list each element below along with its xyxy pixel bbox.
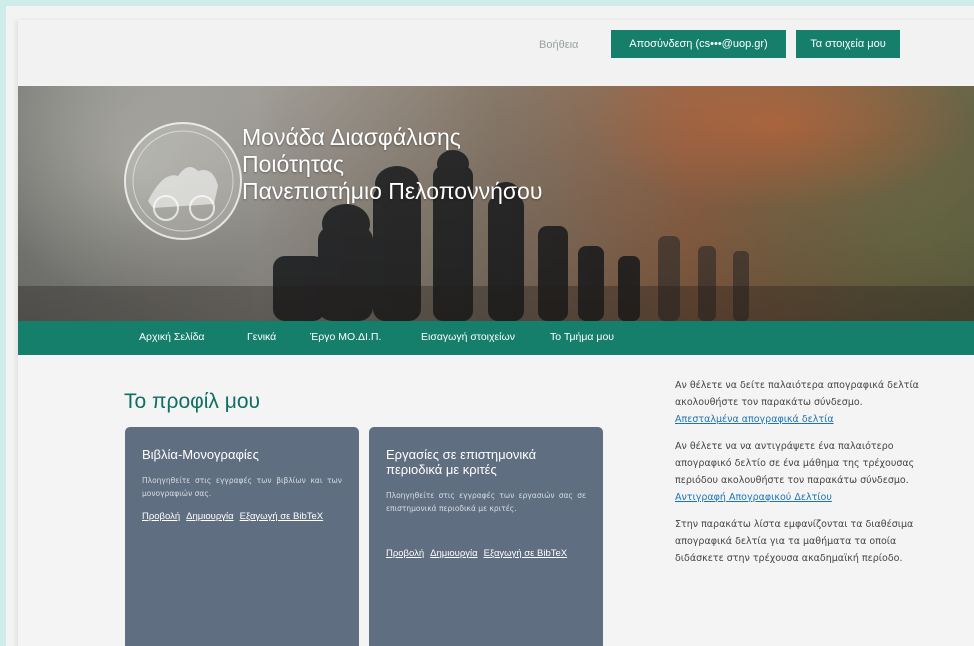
card-books-monographs: Βιβλία-Μονογραφίες Πλοηγηθείτε στις εγγρ… — [125, 427, 359, 646]
card-title: Βιβλία-Μονογραφίες — [142, 447, 259, 462]
main-nav: Αρχική Σελίδα Γενικά Έργο ΜΟ.ΔΙ.Π. Εισαγ… — [18, 321, 974, 355]
page-title: Το προφίλ μου — [124, 390, 261, 413]
sidebar-text-available-forms: Στην παρακάτω λίστα εμφανίζονται τα διαθ… — [675, 519, 914, 564]
university-seal-logo — [124, 122, 242, 240]
card-journal-papers: Εργασίες σε επιστημονικά περιοδικά με κρ… — [369, 427, 603, 646]
page: Βοήθεια Αποσύνδεση (cs•••@uop.gr) Τα στο… — [18, 20, 974, 646]
export-bibtex-link[interactable]: Εξαγωγή σε BibTeX — [240, 511, 324, 522]
nav-item-home[interactable]: Αρχική Σελίδα — [139, 331, 205, 343]
help-link[interactable]: Βοήθεια — [539, 39, 578, 51]
top-utility-bar: Βοήθεια Αποσύνδεση (cs•••@uop.gr) Τα στο… — [18, 20, 974, 84]
sidebar-text-old-forms: Αν θέλετε να δείτε παλαιότερα απογραφικά… — [675, 380, 919, 408]
create-link[interactable]: Δημιουργία — [430, 548, 477, 559]
card-description: Πλοηγηθείτε στις εγγραφές των εργασιών σ… — [386, 491, 586, 513]
card-description: Πλοηγηθείτε στις εγγραφές των βιβλίων κα… — [142, 476, 342, 498]
logout-button[interactable]: Αποσύνδεση (cs•••@uop.gr) — [611, 30, 786, 58]
hero-title-line-1: Μονάδα Διασφάλισης — [242, 124, 461, 150]
copy-form-link[interactable]: Αντιγραφή Απογραφικού Δελτίου — [675, 489, 945, 506]
sidebar-text-copy-form: Αν θέλετε να να αντιγράψετε ένα παλαιότε… — [675, 441, 915, 486]
hero-title-line-3: Πανεπιστήμιο Πελοποννήσου — [242, 178, 543, 204]
sent-forms-link[interactable]: Απεσταλμένα απογραφικά δελτία — [675, 411, 945, 428]
card-links: Προβολή Δημιουργία Εξαγωγή σε BibTeX — [142, 509, 347, 525]
browser-frame: Βοήθεια Αποσύνδεση (cs•••@uop.gr) Τα στο… — [0, 0, 974, 646]
create-link[interactable]: Δημιουργία — [186, 511, 233, 522]
hero-banner: Μονάδα Διασφάλισης Ποιότητας Πανεπιστήμι… — [18, 86, 974, 321]
hero-title-line-2: Ποιότητας — [242, 151, 344, 177]
nav-item-my-department[interactable]: Το Τμήμα μου — [550, 331, 614, 343]
main-content: Το προφίλ μου Βιβλία-Μονογραφίες Πλοηγηθ… — [18, 355, 974, 646]
nav-item-data-entry[interactable]: Εισαγωγή στοιχείων — [421, 331, 515, 343]
view-link[interactable]: Προβολή — [142, 511, 180, 522]
view-link[interactable]: Προβολή — [386, 548, 424, 559]
export-bibtex-link[interactable]: Εξαγωγή σε BibTeX — [484, 548, 568, 559]
my-details-button[interactable]: Τα στοιχεία μου — [796, 30, 900, 58]
card-title: Εργασίες σε επιστημονικά περιοδικά με κρ… — [386, 447, 537, 477]
card-links: Προβολή Δημιουργία Εξαγωγή σε BibTeX — [386, 546, 591, 562]
sidebar-info: Αν θέλετε να δείτε παλαιότερα απογραφικά… — [675, 377, 945, 567]
hero-title: Μονάδα Διασφάλισης Ποιότητας Πανεπιστήμι… — [242, 124, 542, 205]
nav-item-general[interactable]: Γενικά — [247, 331, 276, 343]
nav-item-modip-project[interactable]: Έργο ΜΟ.ΔΙ.Π. — [310, 331, 381, 343]
